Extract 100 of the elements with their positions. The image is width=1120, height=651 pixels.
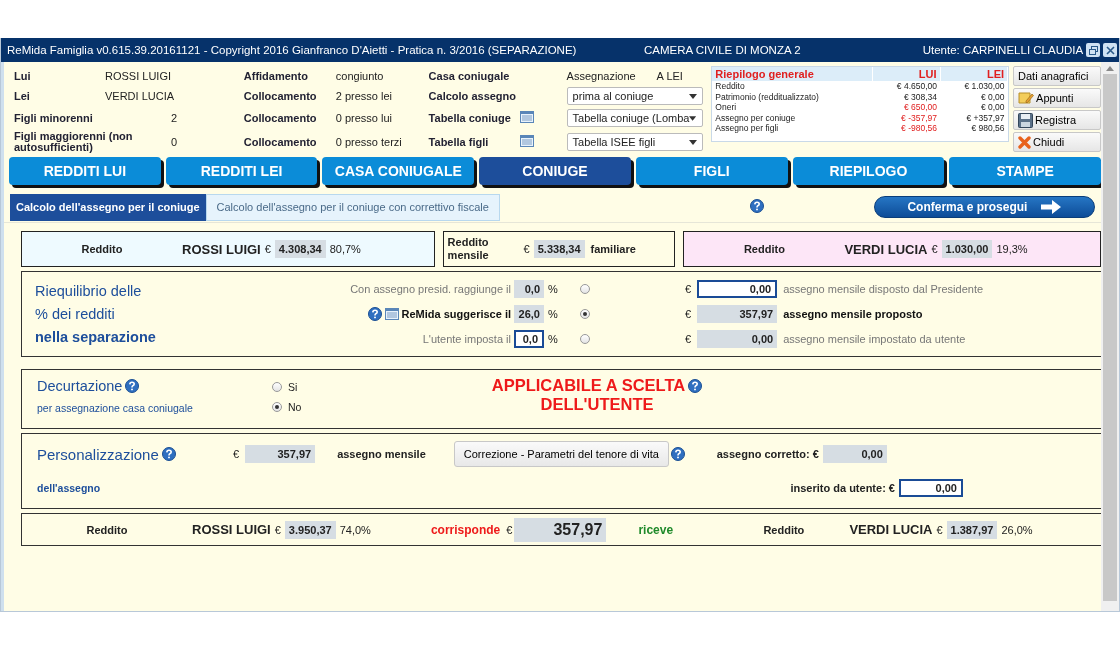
percent-sign: % <box>548 283 559 295</box>
sub-tab[interactable]: Calcolo dell'assegno per il coniuge <box>10 193 206 221</box>
table-cell: Oneri <box>712 102 873 113</box>
party-name: ROSSI LUIGI <box>192 522 271 537</box>
income-label: Reddito <box>85 523 129 536</box>
field-label: Collocamento <box>243 112 318 124</box>
party-name: ROSSI LUIGI <box>182 241 261 257</box>
help-icon[interactable] <box>688 378 703 393</box>
section-subtitle: dell'assegno <box>36 482 102 494</box>
side-button[interactable]: Registra <box>1013 110 1101 130</box>
field-value: ROSSI LUIGI <box>105 70 173 82</box>
nav-tab[interactable]: REDDITI LEI <box>165 157 318 185</box>
value-field: 5.338,34 <box>533 240 585 258</box>
table-icon[interactable] <box>519 111 534 123</box>
radio-button[interactable] <box>272 382 282 392</box>
table-title: Riepilogo generale <box>712 67 873 81</box>
table-cell: Reddito <box>712 81 873 92</box>
help-icon[interactable] <box>670 447 685 461</box>
table-cell-text: € 650,00 <box>902 102 938 113</box>
table-cell-text: € -357,97 <box>900 112 938 123</box>
table-icon[interactable] <box>519 135 534 147</box>
dropdown[interactable]: Tabella coniuge (Lomba <box>566 109 703 127</box>
field-label: Calcolo assegno <box>428 90 518 102</box>
nav-tab[interactable]: RIEPILOGO <box>792 157 945 185</box>
dropdown[interactable]: Tabella ISEE figli <box>566 133 703 151</box>
field-value: VERDI LUCIA <box>105 90 176 102</box>
field-value: 0 presso terzi <box>335 136 402 148</box>
dropdown[interactable]: prima al coniuge <box>566 87 703 105</box>
income-label: Reddito <box>742 243 786 255</box>
value-field: 1.387,97 <box>946 520 998 539</box>
field-label: Collocamento <box>243 136 318 148</box>
currency-symbol: € <box>685 333 692 345</box>
value-field: 0,00 <box>697 330 778 348</box>
amount-label: assegno mensile <box>337 448 426 460</box>
column-header: LUI <box>872 67 940 81</box>
nav-tab[interactable]: CONIUGE <box>479 157 631 185</box>
restore-button[interactable] <box>1086 43 1101 57</box>
scrollbar[interactable] <box>1101 62 1119 611</box>
window-title: ReMida Famiglia v0.615.39.20161121 - Copyright 2016 Gianfranco D'Aietti - Pratica n. 3/2016 (SEPARAZIONE) <box>7 44 578 56</box>
field-label: assegno corretto: € <box>715 448 819 460</box>
value-field: 0,00 <box>822 445 887 463</box>
input-field[interactable]: 0,00 <box>899 479 963 497</box>
table-cell-text: Patrimonio (redditualizzato) <box>714 91 820 102</box>
restore-icon <box>1088 45 1098 55</box>
confirm-button[interactable]: Conferma e prosegui <box>873 196 1095 218</box>
field-value: 0 <box>169 136 179 148</box>
field-label: Tabella coniuge <box>428 112 512 124</box>
currency-symbol: € <box>523 243 530 255</box>
side-button[interactable]: Appunti <box>1013 88 1101 108</box>
radio-button[interactable] <box>580 284 590 294</box>
radio-button[interactable] <box>272 402 282 412</box>
option-label: L'utente imposta il <box>422 333 511 345</box>
sub-tab[interactable]: Calcolo dell'assegno per il coniuge con correttivo fiscale <box>205 193 500 221</box>
field-value: congiunto <box>335 70 384 82</box>
income-label: Reddito <box>80 243 124 255</box>
value-field: 4.308,34 <box>274 240 326 258</box>
field-label: Casa coniugale <box>428 70 511 82</box>
table-cell-text: € 0,00 <box>979 91 1006 102</box>
close-icon <box>1105 45 1115 55</box>
section-title: Personalizzazione <box>37 445 159 463</box>
field-label: Figli maggiorenni (non autosufficienti) <box>14 131 134 153</box>
help-icon[interactable] <box>125 379 140 393</box>
table-cell: € 1.030,00 <box>940 81 1008 92</box>
input-field[interactable]: 0,0 <box>514 330 544 348</box>
nav-tab[interactable]: STAMPE <box>949 157 1102 185</box>
radio-button[interactable] <box>580 309 590 319</box>
nav-tab[interactable]: CASA CONIUGALE <box>322 157 475 185</box>
nav-tab[interactable]: FIGLI <box>635 157 788 185</box>
currency-symbol: € <box>936 523 943 536</box>
input-field[interactable]: 0,00 <box>697 280 778 298</box>
help-icon[interactable] <box>367 307 382 321</box>
help-icon[interactable] <box>749 199 764 213</box>
close-icon <box>1018 135 1032 149</box>
option-label: ReMida suggerisce il <box>401 308 511 320</box>
close-button[interactable] <box>1103 43 1117 57</box>
value-field: 3.950,37 <box>284 520 336 539</box>
party-name: VERDI LUCIA <box>849 522 933 537</box>
percent-sign: % <box>548 308 559 320</box>
table-cell-text: € +357,97 <box>965 112 1006 123</box>
currency-symbol: € <box>506 523 513 536</box>
income-label: Reddito mensile <box>446 236 490 262</box>
table-cell-text: Assegno per coniuge <box>714 112 797 123</box>
field-label: Affidamento <box>243 70 309 82</box>
help-icon[interactable] <box>161 447 176 461</box>
table-icon[interactable] <box>384 308 399 320</box>
scroll-up-icon <box>1106 66 1114 71</box>
column-header: LEI <box>940 67 1008 81</box>
side-button[interactable]: Chiudi <box>1013 132 1101 152</box>
correction-button[interactable]: Correzione - Parametri del tenore di vita <box>453 441 669 467</box>
nav-tab[interactable]: REDDITI LUI <box>9 157 161 185</box>
option-description: assegno mensile impostato da utente <box>783 333 966 345</box>
radio-button[interactable] <box>580 334 590 344</box>
side-button[interactable]: Dati anagrafici <box>1013 66 1101 86</box>
table-cell-text: € -980,56 <box>900 123 938 134</box>
currency-symbol: € <box>233 448 240 460</box>
field-value: 2 presso lei <box>335 90 393 102</box>
field-value: A LEI <box>656 70 683 82</box>
currency-symbol: € <box>274 523 281 536</box>
table-cell-text: € 308,34 <box>902 91 938 102</box>
option-description: assegno mensile disposto dal Presidente <box>783 283 984 295</box>
